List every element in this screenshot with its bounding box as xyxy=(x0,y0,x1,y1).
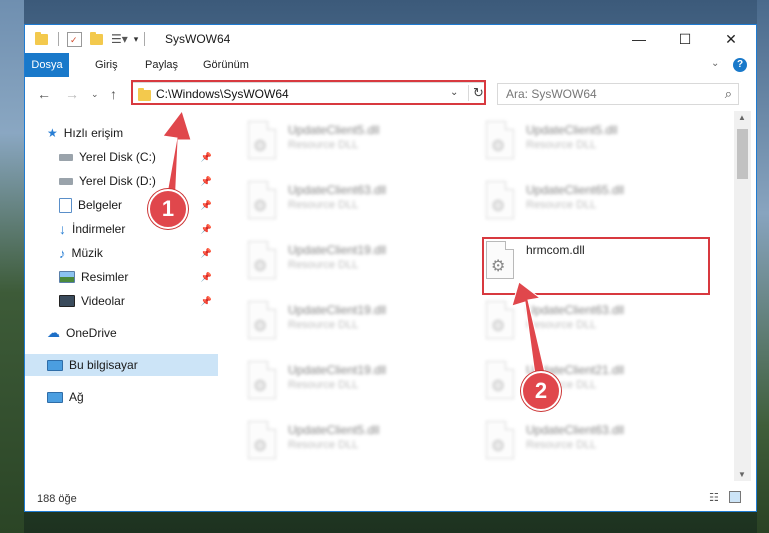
arrow-step-2 xyxy=(511,281,546,376)
step-marker-1: 1 xyxy=(148,189,188,229)
step-marker-2: 2 xyxy=(521,371,561,411)
tutorial-arrows xyxy=(162,109,546,376)
